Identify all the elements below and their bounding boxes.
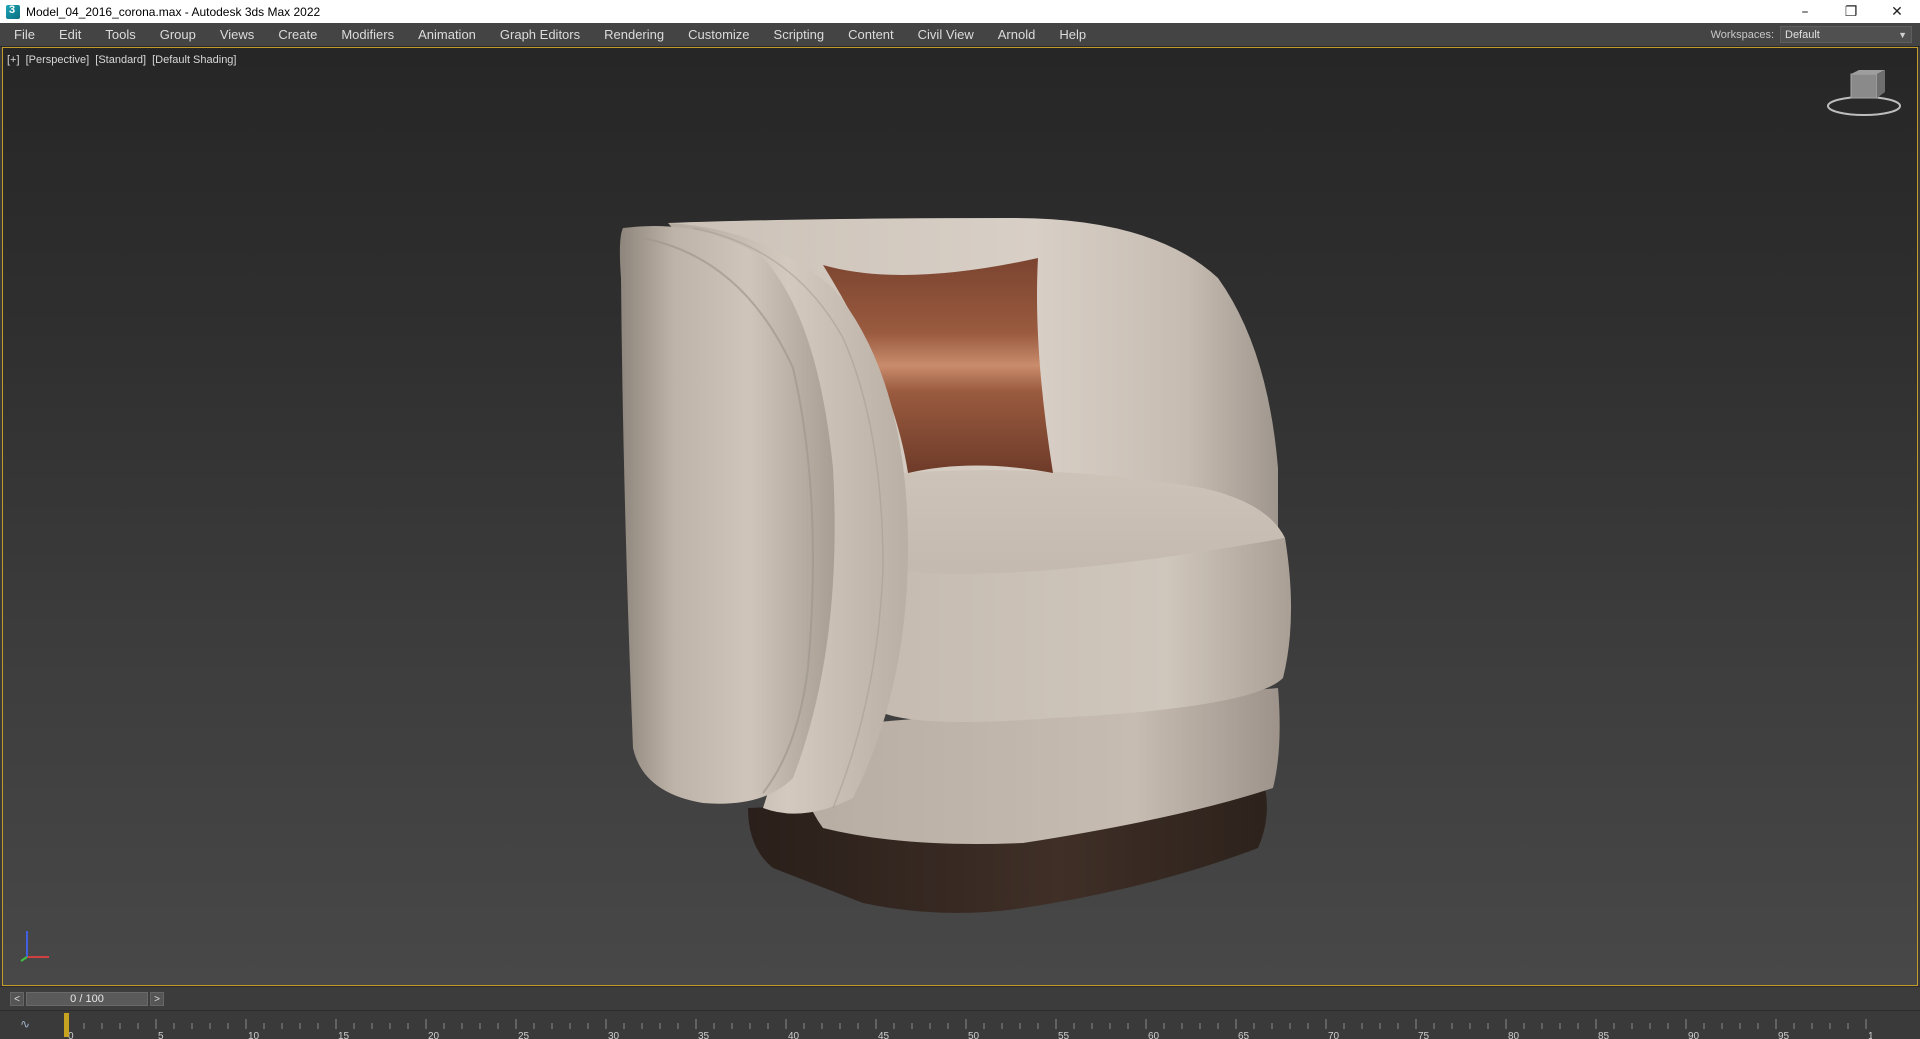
track-tick-label: 10 <box>248 1031 260 1039</box>
minimize-button[interactable]: – <box>1782 0 1828 23</box>
time-slider-next-button[interactable]: > <box>150 992 164 1006</box>
menu-views[interactable]: Views <box>208 23 266 46</box>
workspace-selector: Workspaces: Default ▼ <box>1711 23 1912 46</box>
app-icon <box>6 4 20 19</box>
track-tick-label: 30 <box>608 1031 620 1039</box>
window-controls: – ❐ ✕ <box>1782 0 1920 23</box>
viewcube-icon[interactable] <box>1825 70 1903 120</box>
track-ruler[interactable]: 0510152025303540455055606570758085909510… <box>64 1011 1872 1039</box>
menu-customize[interactable]: Customize <box>676 23 761 46</box>
track-tick-label: 75 <box>1418 1031 1430 1039</box>
workspace-value: Default <box>1785 29 1820 41</box>
track-ticks: 0510152025303540455055606570758085909510… <box>65 1019 1872 1039</box>
playhead[interactable] <box>64 1013 69 1037</box>
track-tick-label: 55 <box>1058 1031 1070 1039</box>
title-bar: Model_04_2016_corona.max - Autodesk 3ds … <box>0 0 1920 23</box>
track-tick-label: 90 <box>1688 1031 1700 1039</box>
curve-editor-icon[interactable]: ∿ <box>20 1017 30 1031</box>
track-tick-label: 95 <box>1778 1031 1790 1039</box>
menu-graph-editors[interactable]: Graph Editors <box>488 23 592 46</box>
perspective-viewport[interactable]: [+] [Perspective] [Standard] [Default Sh… <box>2 47 1918 986</box>
menu-bar: File Edit Tools Group Views Create Modif… <box>0 23 1920 47</box>
track-tick-label: 50 <box>968 1031 980 1039</box>
menu-tools[interactable]: Tools <box>93 23 147 46</box>
track-tick-label: 5 <box>158 1031 164 1039</box>
time-slider-prev-button[interactable]: < <box>10 992 24 1006</box>
armchair-model[interactable] <box>3 48 1917 985</box>
time-slider: < 0 / 100 > <box>0 986 1920 1011</box>
window-title: Model_04_2016_corona.max - Autodesk 3ds … <box>26 4 321 19</box>
track-tick-label: 40 <box>788 1031 800 1039</box>
3ds-max-window: Model_04_2016_corona.max - Autodesk 3ds … <box>0 0 1920 1039</box>
axis-tripod-icon <box>20 931 49 962</box>
track-bar[interactable]: ∿ 0 5 10 15 20 25 30 35 40 45 50 55 60 65 70 75 80 85 90 95… <box>0 1010 1920 1039</box>
menu-content[interactable]: Content <box>836 23 906 46</box>
menu-rendering[interactable]: Rendering <box>592 23 676 46</box>
menu-create[interactable]: Create <box>266 23 329 46</box>
track-tick-label: 25 <box>518 1031 530 1039</box>
track-tick-label: 35 <box>698 1031 710 1039</box>
close-button[interactable]: ✕ <box>1874 0 1920 23</box>
menu-group[interactable]: Group <box>148 23 208 46</box>
menu-civil-view[interactable]: Civil View <box>906 23 986 46</box>
menu-animation[interactable]: Animation <box>406 23 488 46</box>
menu-file[interactable]: File <box>0 23 47 46</box>
menu-modifiers[interactable]: Modifiers <box>329 23 406 46</box>
track-tick-label: 80 <box>1508 1031 1520 1039</box>
menu-scripting[interactable]: Scripting <box>762 23 837 46</box>
chevron-down-icon: ▼ <box>1898 30 1907 40</box>
menu-help[interactable]: Help <box>1047 23 1098 46</box>
menu-arnold[interactable]: Arnold <box>986 23 1048 46</box>
restore-button[interactable]: ❐ <box>1828 0 1874 23</box>
track-tick-label: 65 <box>1238 1031 1250 1039</box>
track-tick-label: 85 <box>1598 1031 1610 1039</box>
menu-edit[interactable]: Edit <box>47 23 93 46</box>
track-tick-label: 15 <box>338 1031 350 1039</box>
time-slider-thumb[interactable]: 0 / 100 <box>26 992 148 1006</box>
track-tick-label: 100 <box>1868 1031 1872 1039</box>
workspace-dropdown[interactable]: Default ▼ <box>1780 26 1912 43</box>
track-tick-label: 60 <box>1148 1031 1160 1039</box>
track-tick-label: 45 <box>878 1031 890 1039</box>
track-tick-label: 70 <box>1328 1031 1340 1039</box>
workspace-label: Workspaces: <box>1710 28 1774 41</box>
track-tick-label: 20 <box>428 1031 440 1039</box>
